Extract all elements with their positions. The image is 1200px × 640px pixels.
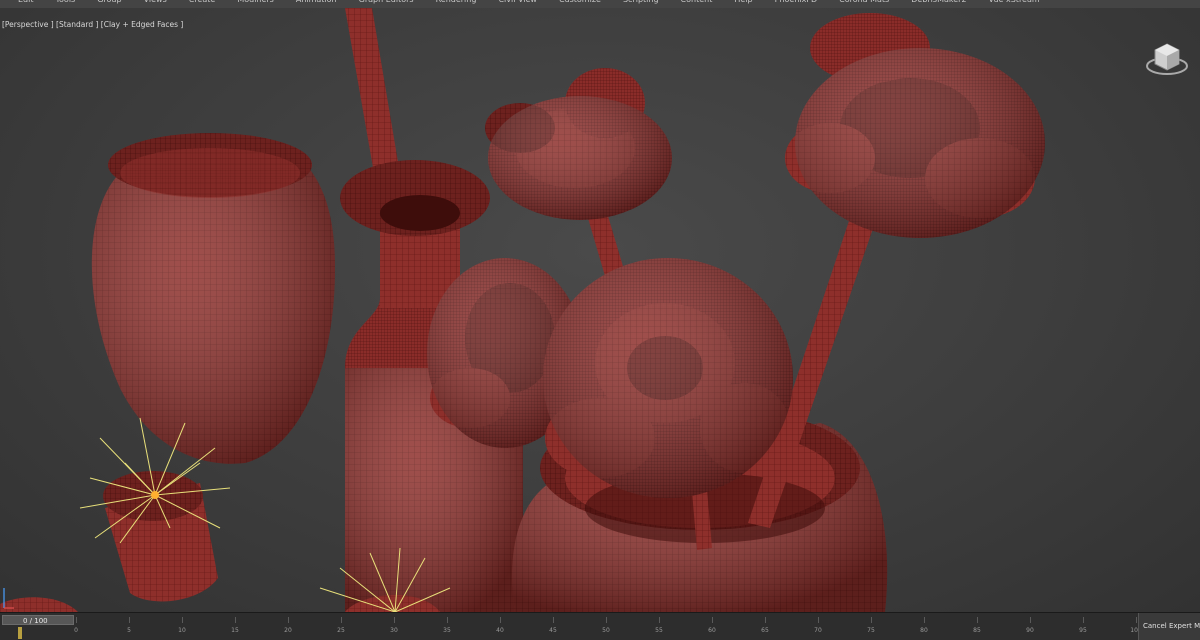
menu-item-scripting[interactable]: Scripting <box>623 0 659 4</box>
menu-item-tools[interactable]: Tools <box>56 0 76 4</box>
menu-item-help[interactable]: Help <box>734 0 752 4</box>
menu-item-rendering[interactable]: Rendering <box>436 0 477 4</box>
viewcube-icon[interactable] <box>1144 38 1190 78</box>
menu-item-group[interactable]: Group <box>97 0 121 4</box>
timeline-tick-label: 80 <box>920 627 928 634</box>
cancel-expert-mode-button[interactable]: Cancel Expert Mode <box>1138 613 1200 640</box>
timeline-ruler[interactable]: 0 5 10 15 20 25 30 35 40 45 50 55 60 65 70 75 80 85 90 95 10… <box>74 617 1142 639</box>
timeline-tick-mark <box>765 617 766 623</box>
bowl-partial-left[interactable] <box>0 597 78 612</box>
timeline-tick-mark <box>659 617 660 623</box>
timeline-tick-label: 60 <box>708 627 716 634</box>
timeline-tick-label: 20 <box>284 627 292 634</box>
menu-item-content[interactable]: Content <box>681 0 713 4</box>
timeline-tick-label: 95 <box>1079 627 1087 634</box>
viewport[interactable]: [Perspective ] [Standard ] [Clay + Edged… <box>0 8 1200 612</box>
frame-slider-handle[interactable] <box>18 627 22 639</box>
timeline-tick-label: 75 <box>867 627 875 634</box>
menu-item-modifiers[interactable]: Modifiers <box>237 0 274 4</box>
timeline-tick-mark <box>553 617 554 623</box>
menu-item-corona-mats[interactable]: Corona Mats <box>839 0 889 4</box>
timeline-tick-label: 50 <box>602 627 610 634</box>
timeline-tick-mark <box>606 617 607 623</box>
timeline-tick-mark <box>500 617 501 623</box>
timeline-tick-mark <box>1083 617 1084 623</box>
viewport-label[interactable]: [Perspective ] [Standard ] [Clay + Edged… <box>2 20 183 29</box>
menu-item-vue-xstream[interactable]: Vue xStream <box>989 0 1040 4</box>
menu-item-debrismaker2[interactable]: DebrisMaker2 <box>911 0 966 4</box>
timeline-tick-mark <box>288 617 289 623</box>
timeline-tick-label: 90 <box>1026 627 1034 634</box>
menu-item-graph-editors[interactable]: Graph Editors <box>359 0 414 4</box>
timeline-tick-mark <box>394 617 395 623</box>
menu-item-animation[interactable]: Animation <box>296 0 337 4</box>
timeline-tick-label: 30 <box>390 627 398 634</box>
timeline-tick-label: 10 <box>178 627 186 634</box>
timeline-tick-mark <box>977 617 978 623</box>
timeline-tick-label: 40 <box>496 627 504 634</box>
menu-item-customize[interactable]: Customize <box>559 0 601 4</box>
menu-bar: Edit Tools Group Views Create Modifiers Animat… <box>0 0 1200 8</box>
timeline-tick-mark <box>871 617 872 623</box>
timeline-tick-mark <box>129 617 130 623</box>
timeline-tick-mark <box>1136 617 1137 623</box>
3d-scene[interactable] <box>0 8 1200 612</box>
vase-large[interactable] <box>91 133 336 464</box>
timeline-tick-label: 55 <box>655 627 663 634</box>
timeline-tick-mark <box>235 617 236 623</box>
timeline-tick-mark <box>924 617 925 623</box>
timeline-tick-mark <box>818 617 819 623</box>
flower-front[interactable] <box>543 258 793 498</box>
timeline-tick-label: 35 <box>443 627 451 634</box>
timeline-tick-label: 5 <box>127 627 131 634</box>
menu-item-civil-view[interactable]: Civil View <box>498 0 537 4</box>
timeline-tick-mark <box>341 617 342 623</box>
flower-top-center[interactable] <box>485 68 672 220</box>
timeline-tick-mark <box>182 617 183 623</box>
timeline-tick-label: 15 <box>231 627 239 634</box>
timeline-tick-label: 65 <box>761 627 769 634</box>
menu-item-edit[interactable]: Edit <box>18 0 34 4</box>
frame-counter[interactable]: 0 / 100 <box>2 615 74 625</box>
timeline-tick-mark <box>76 617 77 623</box>
menu-item-create[interactable]: Create <box>189 0 216 4</box>
timeline-tick-mark <box>447 617 448 623</box>
timeline-tick-label: 85 <box>973 627 981 634</box>
timeline-tick-label: 0 <box>74 627 78 634</box>
flower-top-right[interactable] <box>785 13 1045 238</box>
timeline-tick-mark <box>712 617 713 623</box>
menu-items: Edit Tools Group Views Create Modifiers Animat… <box>18 0 1062 4</box>
menu-item-views[interactable]: Views <box>144 0 167 4</box>
timeline-tick-mark <box>1030 617 1031 623</box>
timeline-tick-label: 70 <box>814 627 822 634</box>
timeline-tick-label: 45 <box>549 627 557 634</box>
timeline[interactable]: 0 / 100 0 5 10 15 20 25 30 35 40 45 50 55 60 65 70 75 80… <box>0 612 1200 640</box>
menu-item-phoenixfd[interactable]: PhoenixFD <box>775 0 818 4</box>
timeline-tick-label: 25 <box>337 627 345 634</box>
